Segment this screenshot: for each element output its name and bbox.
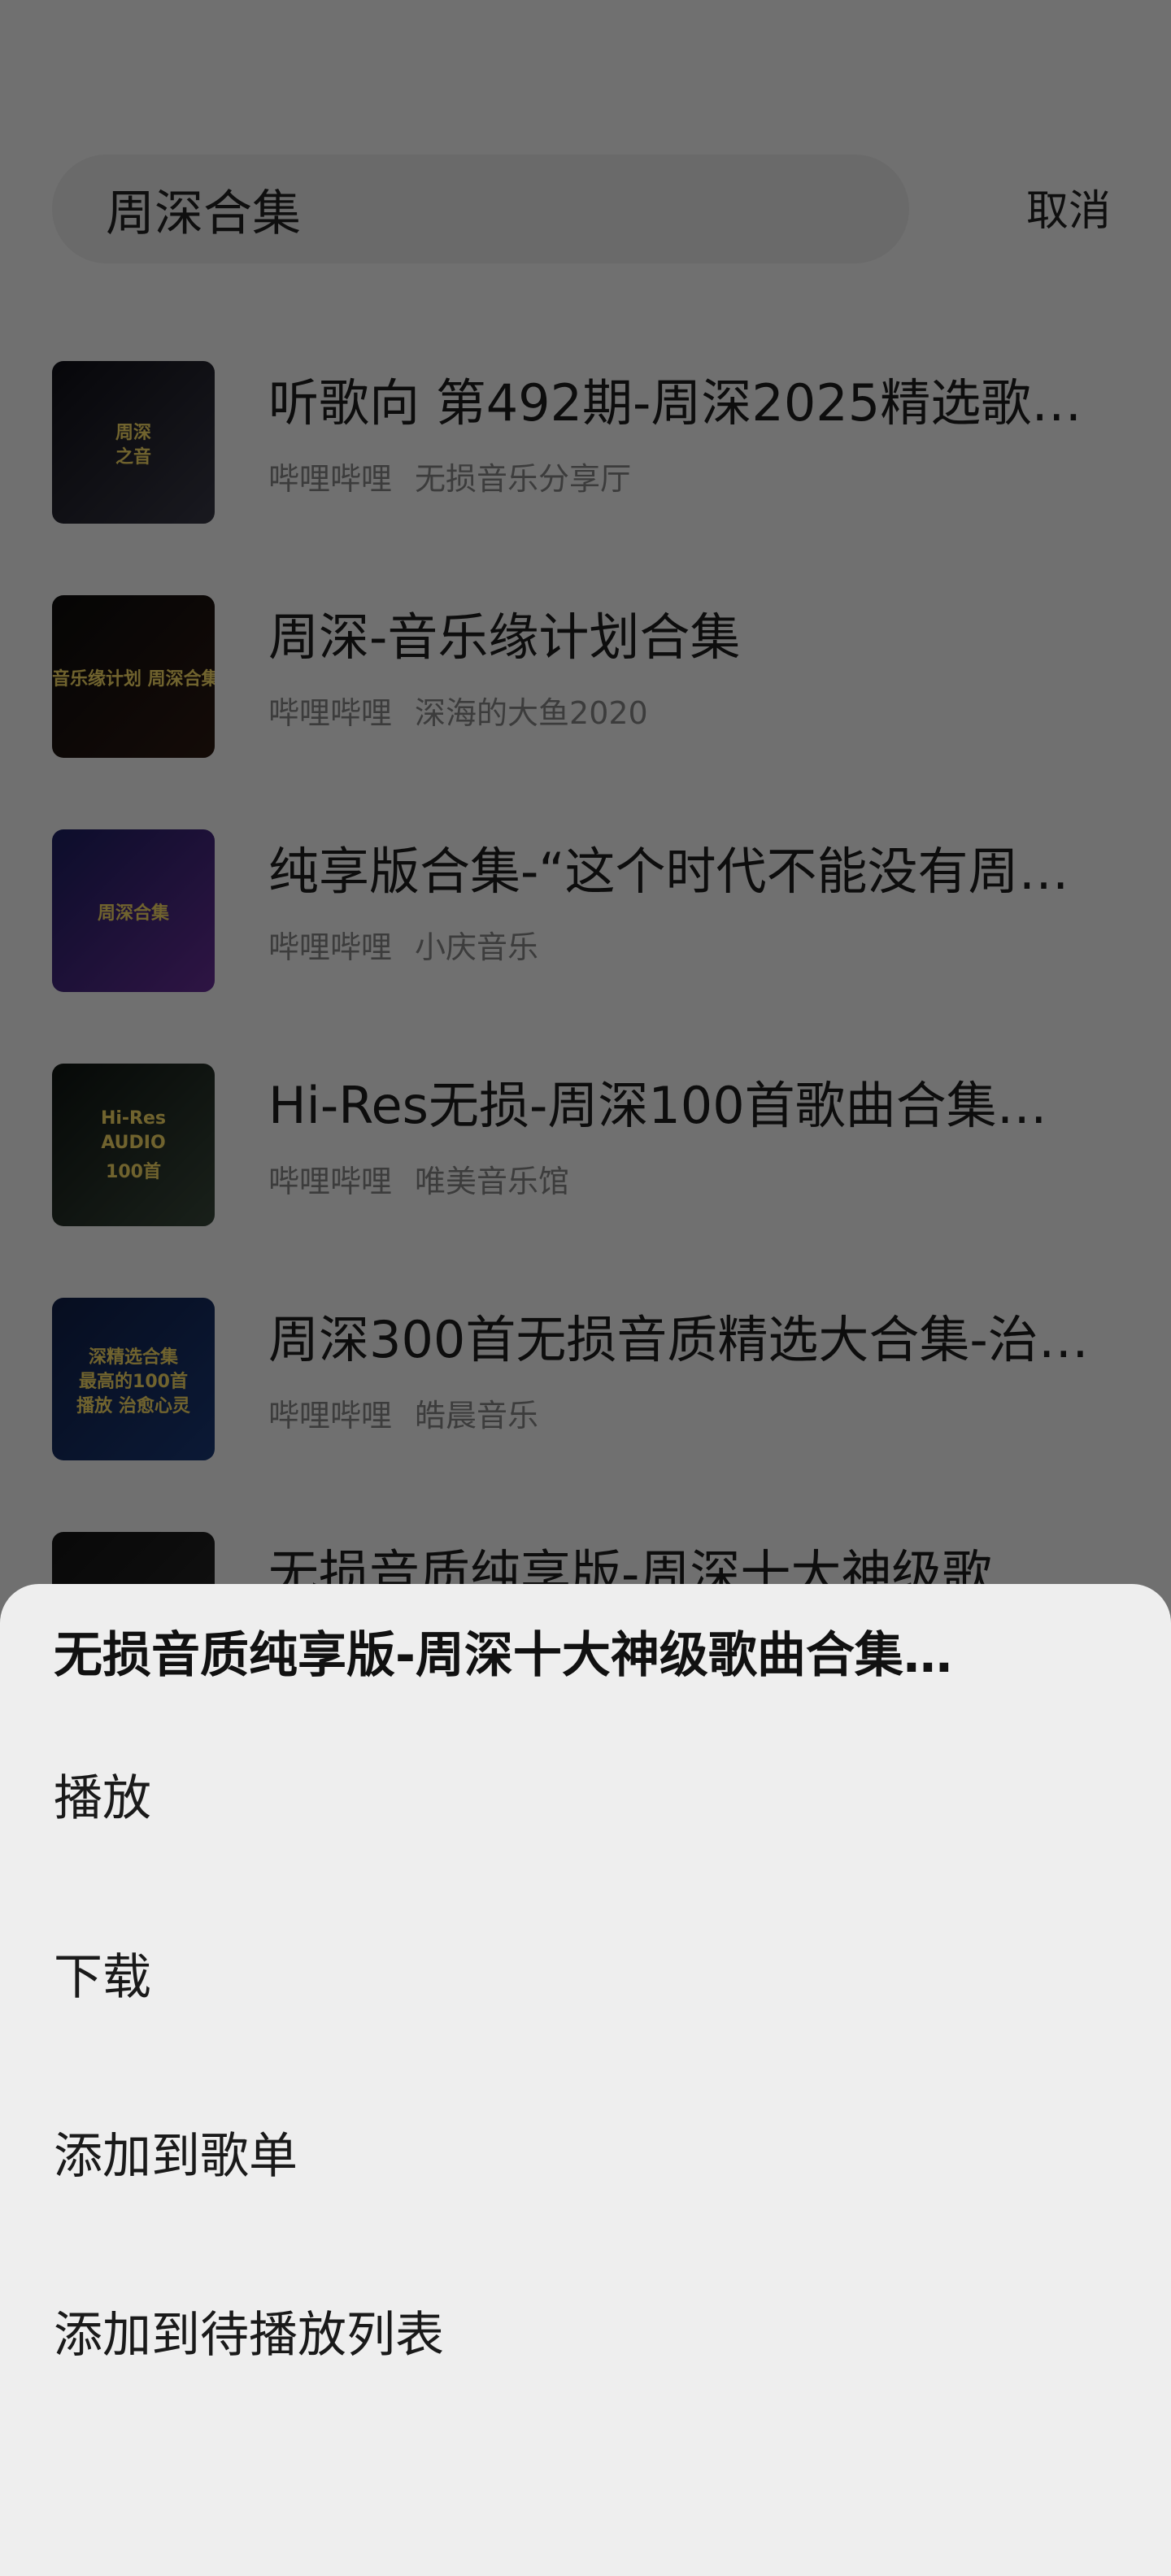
sheet-title: 无损音质纯享版-周深十大神级歌曲合集…: [54, 1627, 952, 1684]
menu-item-label: 添加到歌单: [54, 2128, 298, 2185]
menu-item-label: 播放: [54, 1770, 151, 1827]
menu-item-add-to-queue[interactable]: 添加到待播放列表: [0, 2251, 1171, 2430]
menu-item-download[interactable]: 下载: [0, 1893, 1171, 2072]
menu-item-play[interactable]: 播放: [0, 1714, 1171, 1893]
sheet-menu: 播放 下载 添加到歌单 添加到待播放列表: [0, 1714, 1171, 2430]
menu-item-label: 下载: [54, 1949, 151, 2006]
action-bottom-sheet: 无损音质纯享版-周深十大神级歌曲合集… 播放 下载 添加到歌单 添加到待播放列表: [0, 1584, 1171, 2576]
menu-item-add-to-playlist[interactable]: 添加到歌单: [0, 2072, 1171, 2251]
menu-item-label: 添加到待播放列表: [54, 2307, 444, 2364]
